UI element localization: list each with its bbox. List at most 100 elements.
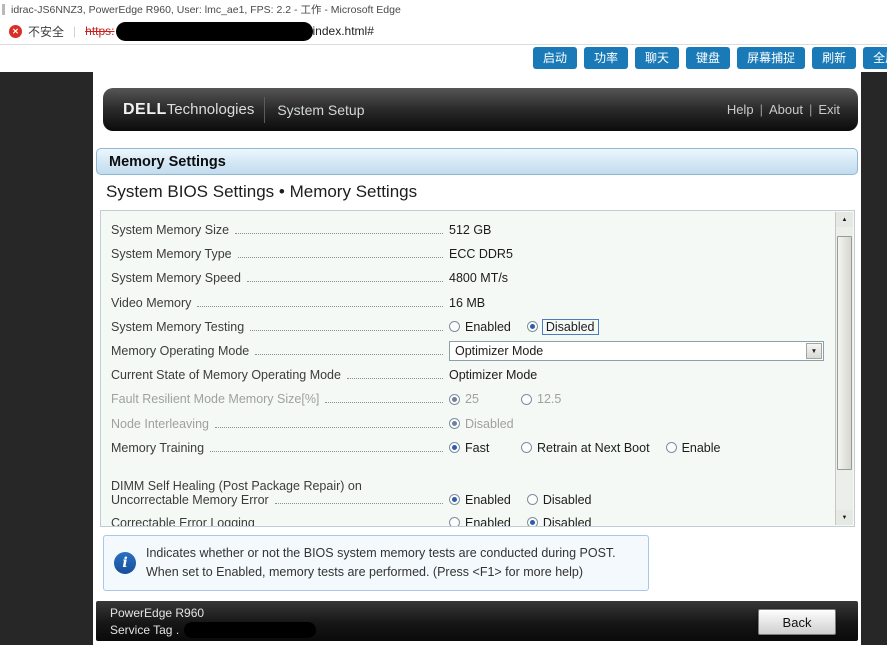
dell-logo-subtext: Technologies: [167, 101, 255, 118]
about-link[interactable]: About: [769, 102, 803, 117]
setting-label-wrap: Fault Resilient Mode Memory Size[%]: [111, 392, 449, 406]
setting-value-area: Fast Retrain at Next Boot Enable: [449, 441, 828, 455]
info-line-1: Indicates whether or not the BIOS system…: [146, 544, 616, 563]
radio-retrain-at-next-boot[interactable]: Retrain at Next Boot: [521, 441, 650, 455]
keyboard-button[interactable]: 键盘: [686, 47, 730, 69]
dropdown-arrow-icon[interactable]: ▼: [806, 343, 822, 359]
screen-capture-button[interactable]: 屏幕捕捉: [737, 47, 805, 69]
help-link[interactable]: Help: [727, 102, 754, 117]
help-info-box: i Indicates whether or not the BIOS syst…: [103, 535, 649, 591]
radio-label: Enabled: [465, 493, 511, 507]
radio-icon: [449, 418, 460, 429]
settings-row: System Memory Size512 GB: [111, 218, 828, 242]
radio-enabled[interactable]: Enabled: [449, 516, 511, 527]
radio-enabled[interactable]: Enabled: [449, 493, 511, 507]
header-divider: [264, 97, 265, 123]
setting-label-wrap: Correctable Error Logging: [111, 516, 449, 527]
radio-icon: [527, 494, 538, 505]
refresh-button[interactable]: 刷新: [812, 47, 856, 69]
setup-footer: PowerEdge R960 Service Tag . Back: [96, 601, 858, 641]
setting-value-area: Enabled Disabled: [449, 493, 828, 507]
settings-row: Node InterleavingDisabled: [111, 412, 828, 436]
setting-label: Current State of Memory Operating Mode: [111, 368, 341, 382]
radio-icon: [449, 394, 460, 405]
scrollbar-thumb[interactable]: [837, 236, 852, 470]
radio-icon: [521, 442, 532, 453]
not-secure-label[interactable]: 不安全: [28, 23, 64, 40]
settings-row: Fault Resilient Mode Memory Size[%] 25 12.…: [111, 387, 828, 411]
service-tag: Service Tag .: [110, 622, 316, 638]
setting-label-wrap: System Memory Size: [111, 223, 449, 237]
system-setup-page: DELL Technologies System Setup Help|Abou…: [93, 72, 861, 645]
fullscreen-button[interactable]: 全屏: [863, 47, 887, 69]
setting-value-area: Enabled Disabled: [449, 516, 828, 527]
scrollbar[interactable]: ▲ ▼: [835, 212, 853, 525]
setting-label: DIMM Self Healing (Post Package Repair) …: [111, 479, 449, 493]
radio-label: Enable: [682, 441, 721, 455]
memory-operating-mode-select[interactable]: Optimizer Mode ▼: [449, 341, 824, 361]
url-redaction: [116, 22, 313, 41]
breadcrumb: System BIOS Settings • Memory Settings: [106, 182, 417, 202]
setting-value: Optimizer Mode: [449, 368, 537, 382]
boot-button[interactable]: 启动: [533, 47, 577, 69]
setting-value: 4800 MT/s: [449, 271, 508, 285]
scroll-up-icon[interactable]: ▲: [836, 212, 853, 227]
setting-label: System Memory Type: [111, 247, 232, 261]
settings-row: DIMM Self Healing (Post Package Repair) …: [111, 460, 828, 511]
address-divider: |: [73, 24, 76, 38]
radio-label: Enabled: [465, 516, 511, 527]
setting-label-wrap: System Memory Type: [111, 247, 449, 261]
setting-label-wrap: System Memory Testing: [111, 320, 449, 334]
radio-label: Disabled: [543, 516, 592, 527]
setting-label-wrap: Memory Training: [111, 441, 449, 455]
radio-label: Disabled: [543, 320, 598, 334]
menu-separator: |: [809, 102, 812, 117]
radio-disabled[interactable]: Disabled: [527, 516, 592, 527]
dotted-leader: [250, 329, 443, 331]
remote-console: DELL Technologies System Setup Help|Abou…: [0, 72, 887, 645]
radio-icon: [521, 394, 532, 405]
radio-disabled[interactable]: Disabled: [527, 320, 598, 334]
setting-value-area: Optimizer Mode ▼: [449, 341, 828, 361]
app-title: System Setup: [277, 102, 364, 118]
dotted-leader: [275, 502, 443, 504]
radio-disabled[interactable]: Disabled: [527, 493, 592, 507]
settings-row: System Memory TypeECC DDR5: [111, 242, 828, 266]
protocol-label: https:: [85, 24, 114, 38]
back-button[interactable]: Back: [758, 609, 836, 635]
settings-row: Memory Operating Mode Optimizer Mode ▼: [111, 339, 828, 363]
radio-icon: [666, 442, 677, 453]
address-bar[interactable]: ✕ 不安全 | https: index.html#: [0, 18, 887, 45]
select-value: Optimizer Mode: [455, 344, 543, 358]
radio-enable[interactable]: Enable: [666, 441, 722, 455]
setting-label: Fault Resilient Mode Memory Size[%]: [111, 392, 319, 406]
power-button[interactable]: 功率: [584, 47, 628, 69]
setting-value-area: Disabled: [449, 417, 828, 431]
settings-panel: System Memory Size512 GBSystem Memory Ty…: [100, 210, 855, 527]
radio-12-5: 12.5: [521, 392, 577, 406]
setting-label: Memory Training: [111, 441, 204, 455]
settings-row: System Memory Testing Enabled Disabled: [111, 315, 828, 339]
radio-fast[interactable]: Fast: [449, 441, 505, 455]
dotted-leader: [235, 232, 443, 234]
setting-label: Memory Operating Mode: [111, 344, 249, 358]
dotted-leader: [238, 256, 443, 258]
setting-label: System Memory Testing: [111, 320, 244, 334]
window-title: idrac-JS6NNZ3, PowerEdge R960, User: lmc…: [11, 2, 401, 17]
radio-label: 25: [465, 392, 479, 406]
radio-label: 12.5: [537, 392, 561, 406]
setting-value: 512 GB: [449, 223, 491, 237]
radio-25: 25: [449, 392, 505, 406]
setting-value-area: 4800 MT/s: [449, 271, 828, 285]
console-toolbar: 启动功率聊天键盘屏幕捕捉刷新全屏虚拟介质断开查看器连接: [533, 47, 887, 69]
exit-link[interactable]: Exit: [818, 102, 840, 117]
menu-separator: |: [760, 102, 763, 117]
dotted-leader: [215, 426, 443, 428]
url-suffix[interactable]: index.html#: [313, 24, 374, 38]
chat-button[interactable]: 聊天: [635, 47, 679, 69]
radio-label: Enabled: [465, 320, 511, 334]
radio-label: Disabled: [465, 417, 514, 431]
scroll-down-icon[interactable]: ▼: [836, 510, 853, 525]
radio-enabled[interactable]: Enabled: [449, 320, 511, 334]
radio-label: Retrain at Next Boot: [537, 441, 650, 455]
